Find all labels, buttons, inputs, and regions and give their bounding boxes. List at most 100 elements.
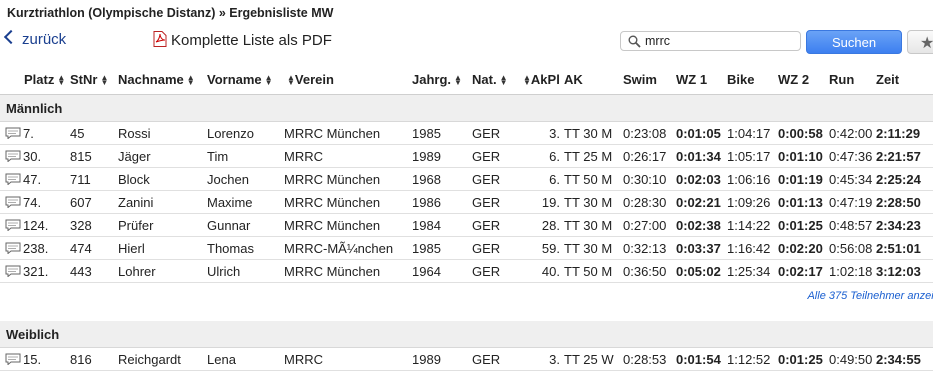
cell-wz1: 0:02:03 — [676, 167, 727, 191]
cell-akpl: 59. — [520, 236, 564, 260]
search-button[interactable]: Suchen — [806, 30, 902, 54]
cell-wz2: 0:02:17 — [778, 259, 829, 283]
cell-vorname: Maxime — [207, 190, 284, 214]
column-header-label: Jahrg. — [412, 71, 452, 87]
cell-bike: 1:14:22 — [727, 213, 778, 237]
table-row[interactable]: 74. 607 Zanini Maxime MRRC München 1986 GER 19.… — [0, 190, 933, 214]
search-input[interactable] — [645, 33, 795, 49]
star-icon: ★ — [920, 35, 933, 52]
favorite-button[interactable]: ★ — [907, 30, 933, 54]
column-header-akpl[interactable]: ▲ ▼AkPl — [520, 64, 564, 95]
show-all-participants-link[interactable]: Alle 375 Teilnehmer anzeigen — [0, 283, 933, 310]
table-row[interactable]: 321. 443 Lohrer Ulrich MRRC München 1964 GER 40… — [0, 259, 933, 283]
back-label: zurück — [22, 31, 67, 48]
cell-ak: TT 30 M — [564, 236, 623, 260]
column-header-nachname[interactable]: Nachname ▲ ▼ — [118, 64, 207, 95]
cell-swim: 0:26:17 — [623, 144, 676, 168]
table-row[interactable]: 7. 45 Rossi Lorenzo MRRC München 1985 GER 3. TT … — [0, 121, 933, 145]
table-header-row: Platz ▲ ▼ StNr ▲ ▼ Nachname ▲ ▼ Vorname ▲ ▼ ▲ ▼Verein… — [0, 64, 933, 95]
column-header-ak[interactable]: AK — [564, 64, 623, 95]
group-spacer — [0, 309, 933, 321]
comment-icon[interactable] — [5, 219, 21, 232]
cell-platz: 321. — [0, 259, 70, 283]
cell-verein: MRRC — [284, 347, 412, 371]
rank-value: 321. — [23, 263, 49, 279]
table-row[interactable]: 124. 328 Prüfer Gunnar MRRC München 1984 GER 28… — [0, 213, 933, 237]
spacer-cell — [0, 309, 933, 321]
cell-nat: GER — [472, 121, 520, 145]
column-header-label: Nat. — [472, 71, 497, 87]
cell-nachname: Prüfer — [118, 213, 207, 237]
cell-akpl: 3. — [520, 121, 564, 145]
cell-ak: TT 30 M — [564, 213, 623, 237]
cell-run: 0:48:57 — [829, 213, 876, 237]
column-header-jahrgang[interactable]: Jahrg. ▲ ▼ — [412, 64, 472, 95]
column-header-swim[interactable]: Swim — [623, 64, 676, 95]
search-icon — [628, 35, 641, 48]
cell-nat: GER — [472, 236, 520, 260]
column-header-verein[interactable]: ▲ ▼Verein — [284, 64, 412, 95]
cell-swim: 0:27:00 — [623, 213, 676, 237]
comment-icon[interactable] — [5, 150, 21, 163]
column-header-label: WZ 2 — [778, 71, 810, 87]
column-header-zeit[interactable]: Zeit — [876, 64, 933, 95]
cell-bike: 1:06:16 — [727, 167, 778, 191]
column-header-wz1[interactable]: WZ 1 — [676, 64, 727, 95]
cell-bike: 1:25:34 — [727, 259, 778, 283]
pdf-icon — [153, 31, 167, 47]
cell-nachname: Jäger — [118, 144, 207, 168]
cell-wz1: 0:02:21 — [676, 190, 727, 214]
column-header-stnr[interactable]: StNr ▲ ▼ — [70, 64, 118, 95]
table-row[interactable]: 30. 815 Jäger Tim MRRC 1989 GER 6. TT 25 M 0:26:1… — [0, 144, 933, 168]
table-row[interactable]: 47. 711 Block Jochen MRRC München 1968 GER 6. TT… — [0, 167, 933, 191]
cell-ak: TT 50 M — [564, 167, 623, 191]
column-header-label: Nachname — [118, 71, 184, 87]
comment-icon[interactable] — [5, 173, 21, 186]
cell-nat: GER — [472, 259, 520, 283]
column-header-platz[interactable]: Platz ▲ ▼ — [0, 64, 70, 95]
column-header-wz2[interactable]: WZ 2 — [778, 64, 829, 95]
column-header-label: AK — [564, 71, 583, 87]
column-header-nat[interactable]: Nat. ▲ ▼ — [472, 64, 520, 95]
cell-swim: 0:23:08 — [623, 121, 676, 145]
group-label: Männlich — [0, 94, 933, 122]
results-table: Platz ▲ ▼ StNr ▲ ▼ Nachname ▲ ▼ Vorname ▲ ▼ ▲ ▼Verein… — [0, 64, 933, 371]
table-row[interactable]: 238. 474 Hierl Thomas MRRC-MÃ¼nchen 1985 GER 59… — [0, 236, 933, 260]
column-header-run[interactable]: Run — [829, 64, 876, 95]
comment-icon[interactable] — [5, 265, 21, 278]
rank-value: 47. — [23, 171, 42, 187]
cell-ak: TT 25 M — [564, 144, 623, 168]
search-box — [620, 31, 801, 51]
cell-zeit: 2:51:01 — [876, 236, 933, 260]
comment-icon[interactable] — [5, 242, 21, 255]
page-title: Kurztriathlon (Olympische Distanz) » Erg… — [7, 6, 334, 20]
cell-nachname: Hierl — [118, 236, 207, 260]
cell-vorname: Tim — [207, 144, 284, 168]
cell-jahrgang: 1986 — [412, 190, 472, 214]
cell-vorname: Jochen — [207, 167, 284, 191]
rank-value: 30. — [23, 148, 42, 164]
cell-bike: 1:12:52 — [727, 347, 778, 371]
cell-nat: GER — [472, 347, 520, 371]
comment-icon[interactable] — [5, 196, 21, 209]
cell-swim: 0:28:53 — [623, 347, 676, 371]
table-row[interactable]: 15. 816 Reichgardt Lena MRRC 1989 GER 3. TT 25 W… — [0, 347, 933, 371]
column-header-vorname[interactable]: Vorname ▲ ▼ — [207, 64, 284, 95]
comment-icon[interactable] — [5, 127, 21, 140]
cell-wz2: 0:01:19 — [778, 167, 829, 191]
group-label: Weiblich — [0, 321, 933, 348]
comment-icon[interactable] — [5, 353, 21, 366]
cell-vorname: Gunnar — [207, 213, 284, 237]
column-header-label: Platz — [24, 71, 55, 87]
pdf-download-link[interactable]: Komplette Liste als PDF — [153, 31, 332, 49]
column-header-bike[interactable]: Bike — [727, 64, 778, 95]
cell-vorname: Ulrich — [207, 259, 284, 283]
rank-value: 124. — [23, 217, 49, 233]
cell-stnr: 711 — [70, 167, 118, 191]
group-header: Männlich — [0, 94, 933, 122]
cell-swim: 0:28:30 — [623, 190, 676, 214]
cell-platz: 47. — [0, 167, 70, 191]
cell-bike: 1:04:17 — [727, 121, 778, 145]
cell-wz2: 0:01:13 — [778, 190, 829, 214]
back-link[interactable]: zurück — [3, 29, 67, 48]
